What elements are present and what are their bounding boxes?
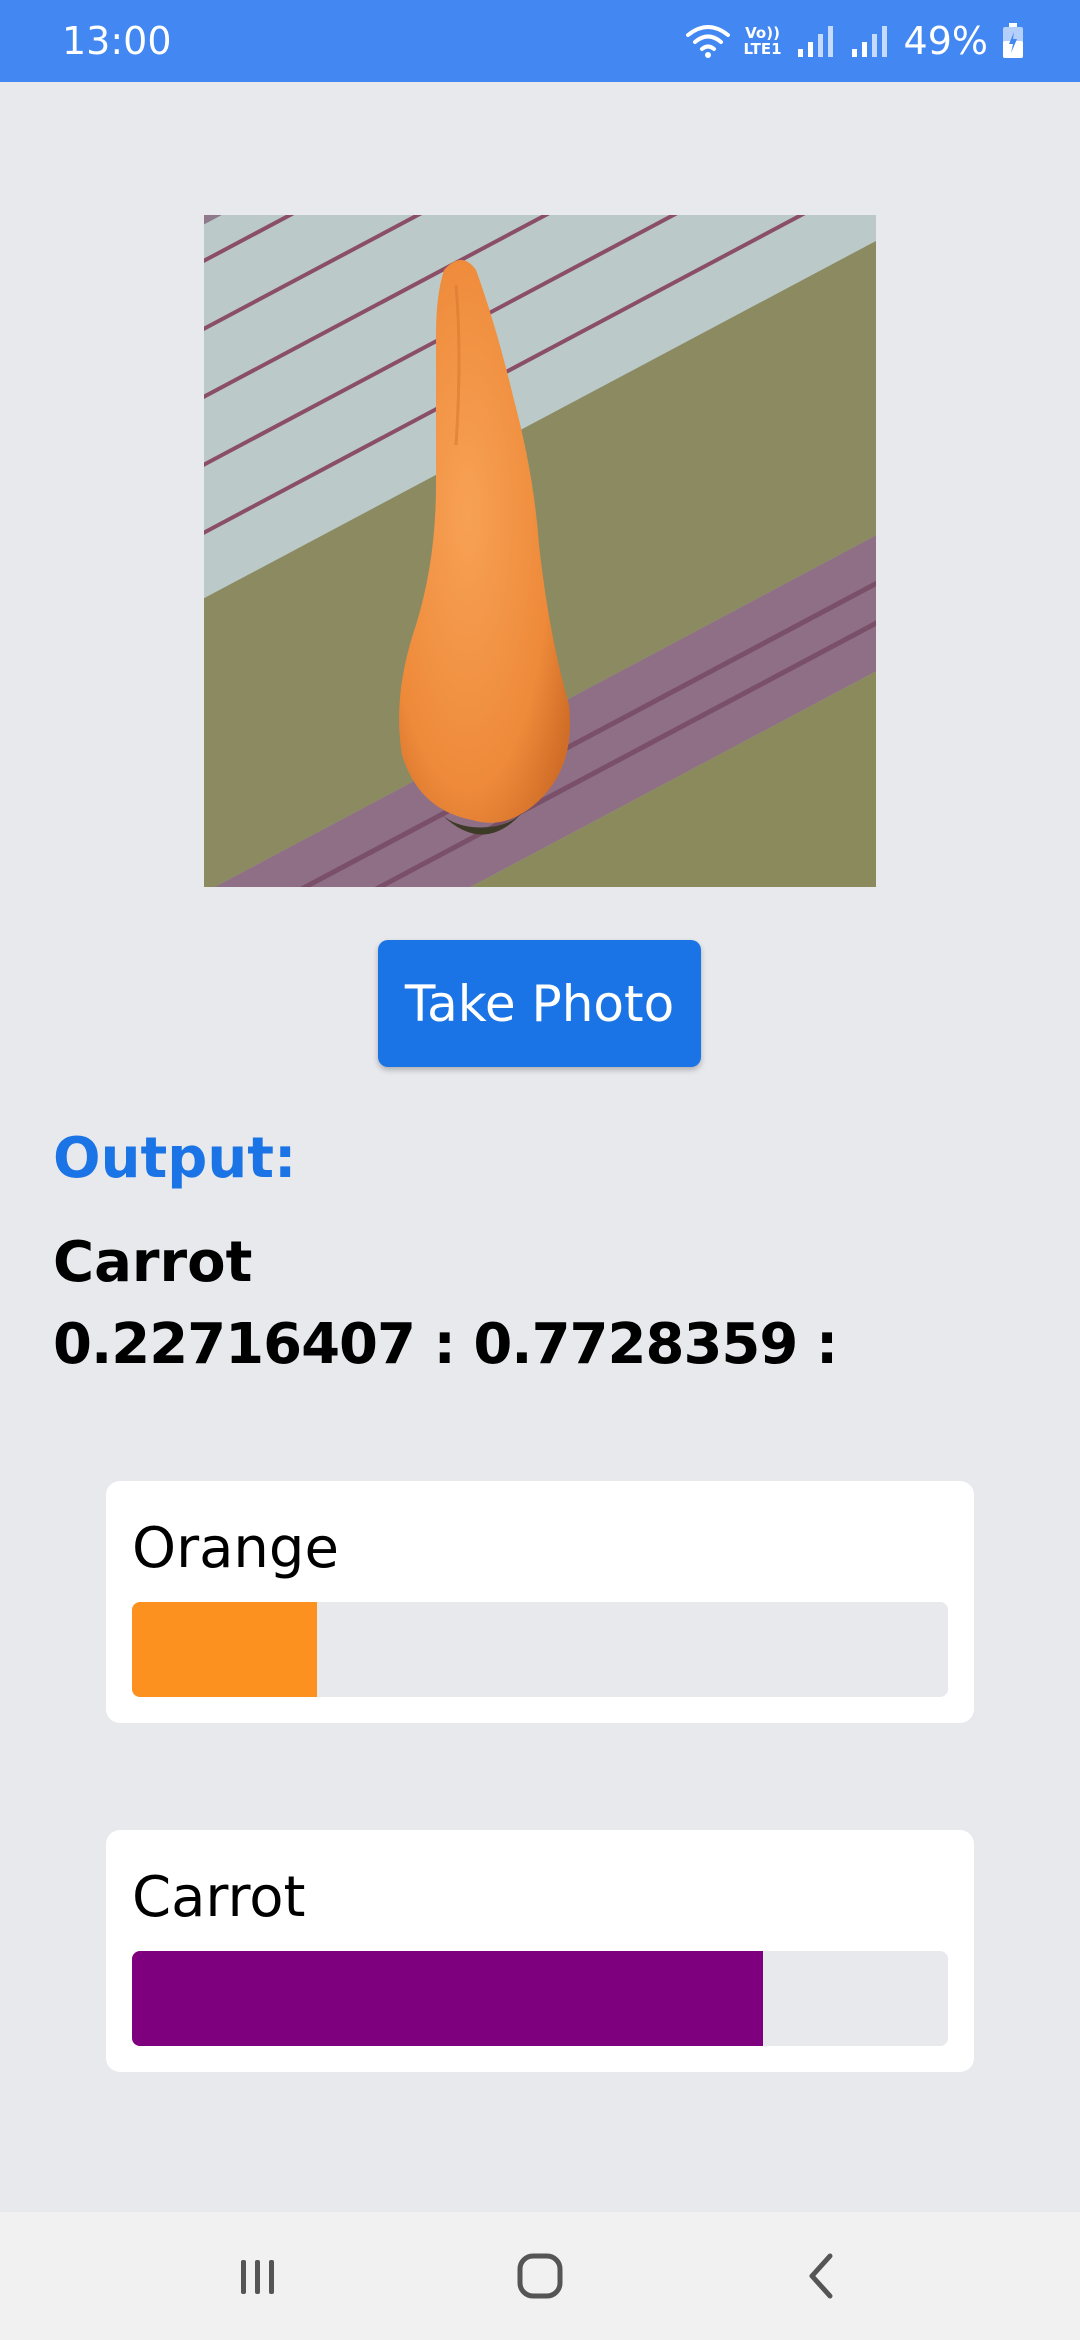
result-label: Carrot bbox=[132, 1865, 306, 1930]
take-photo-button[interactable]: Take Photo bbox=[378, 940, 701, 1067]
lte-indicator: Vo)) LTE1 bbox=[743, 24, 782, 58]
predicted-class: Carrot bbox=[53, 1230, 253, 1295]
score-bar-fill bbox=[132, 1951, 763, 2046]
result-card-orange: Orange bbox=[106, 1481, 974, 1723]
recents-icon[interactable] bbox=[222, 2240, 294, 2312]
home-icon[interactable] bbox=[504, 2240, 576, 2312]
result-card-carrot: Carrot bbox=[106, 1830, 974, 2072]
score-bar-track bbox=[132, 1602, 948, 1697]
score-bar-fill bbox=[132, 1602, 318, 1697]
prediction-scores: 0.22716407 : 0.7728359 : bbox=[53, 1312, 838, 1377]
result-label: Orange bbox=[132, 1516, 339, 1581]
signal-icon-2 bbox=[850, 25, 890, 57]
status-bar: 13:00 Vo)) LTE1 49% bbox=[0, 0, 1080, 82]
battery-percentage: 49% bbox=[903, 19, 988, 63]
navigation-bar bbox=[0, 2212, 1080, 2340]
captured-photo bbox=[204, 215, 876, 887]
battery-charging-icon bbox=[1002, 23, 1024, 59]
output-heading: Output: bbox=[53, 1126, 297, 1191]
status-icons: Vo)) LTE1 49% bbox=[685, 18, 1024, 64]
signal-icon bbox=[796, 25, 836, 57]
status-time: 13:00 bbox=[62, 19, 172, 63]
wifi-icon bbox=[685, 23, 730, 59]
back-icon[interactable] bbox=[786, 2240, 858, 2312]
score-bar-track bbox=[132, 1951, 948, 2046]
